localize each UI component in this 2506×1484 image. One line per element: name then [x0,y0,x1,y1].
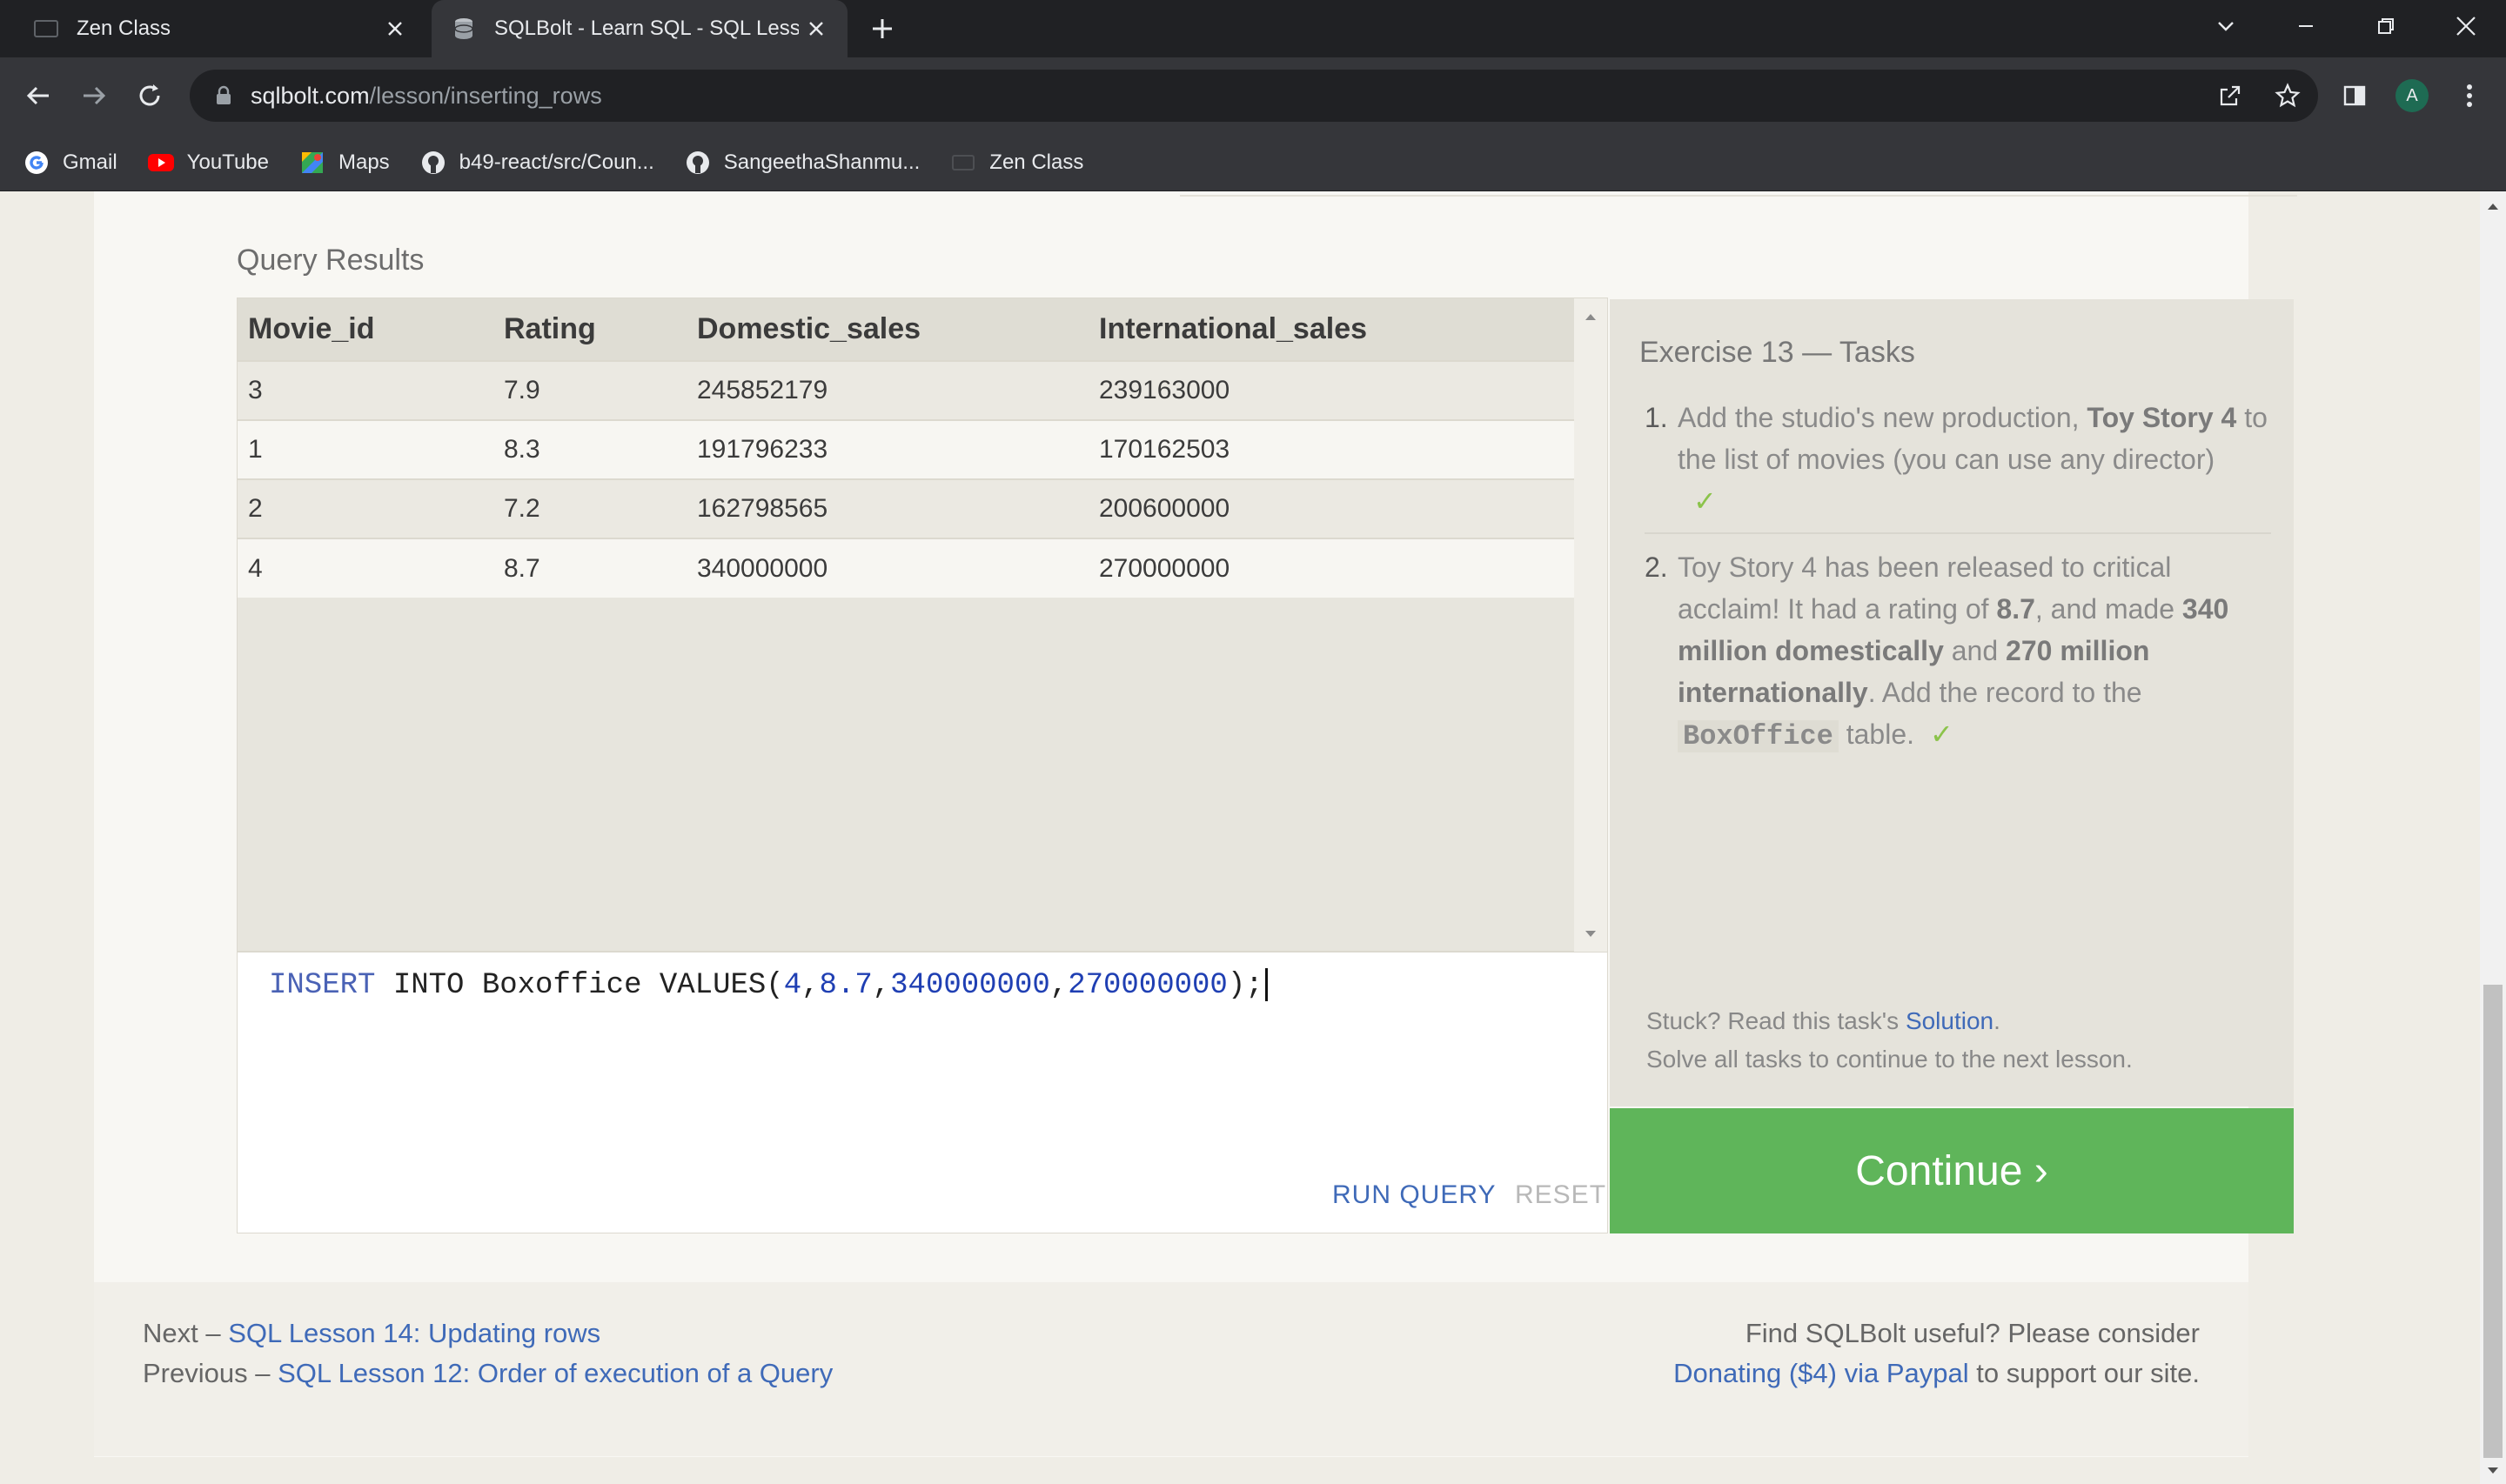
zen-icon [949,149,977,177]
bookmarks-bar: Gmail YouTube Maps b49-react/src/Coun...… [0,134,2506,191]
lesson-card: Query Results Movie_id Rating Domestic_s… [94,191,2297,1457]
query-results-label: Query Results [237,244,425,277]
scrollbar-thumb[interactable] [2483,985,2503,1458]
check-icon: ✓ [1693,485,1717,517]
lesson-navigation: Next – SQL Lesson 14: Updating rows Prev… [143,1318,834,1388]
table-cell: 7.2 [493,478,687,538]
tab-sqlbolt[interactable]: SQLBolt - Learn SQL - SQL Lesson [432,0,848,57]
bookmark-github-repo[interactable]: b49-react/src/Coun... [419,149,654,177]
column-header: Movie_id [238,298,493,361]
table-header-row: Movie_id Rating Domestic_sales Internati… [238,298,1576,361]
scroll-up-arrow-icon[interactable] [2480,193,2506,219]
url-text: sqlbolt.com/lesson/inserting_rows [251,82,602,109]
tab-search-chevron-icon[interactable] [2191,0,2261,52]
lesson-footer: Next – SQL Lesson 14: Updating rows Prev… [94,1282,2248,1456]
table-cell: 8.7 [493,538,687,598]
browser-menu-icon[interactable] [2449,75,2490,117]
table-cell: 340000000 [687,538,1089,598]
close-tab-icon[interactable] [799,11,834,46]
sql-editor[interactable]: INSERT INTO Boxoffice VALUES(4,8.7,34000… [237,952,1608,1233]
page-scrollbar[interactable] [2480,191,2506,1484]
previous-lesson-link[interactable]: SQL Lesson 12: Order of execution of a Q… [278,1358,833,1388]
table-cell: 239163000 [1089,360,1576,420]
task-help: Stuck? Read this task's Solution. Solve … [1646,1007,2133,1073]
minimize-icon[interactable] [2271,0,2341,52]
table-cell: 191796233 [687,419,1089,479]
bookmark-star-icon[interactable] [2268,76,2308,116]
zen-class-favicon-icon [33,16,59,42]
continue-button[interactable]: Continue › [1610,1108,2294,1233]
table-cell: 170162503 [1089,419,1576,479]
tab-title: SQLBolt - Learn SQL - SQL Lesson [494,17,799,40]
bookmark-github-profile[interactable]: SangeethaShanmu... [684,149,920,177]
new-tab-plus-icon[interactable] [865,11,900,46]
github-icon [419,149,447,177]
table-cell: 4 [238,538,493,598]
scroll-down-arrow-icon[interactable] [1574,921,1607,947]
bookmark-zen-class[interactable]: Zen Class [949,149,1083,177]
page-viewport: Query Results Movie_id Rating Domestic_s… [0,191,2506,1484]
divider [1180,191,2297,197]
table-cell: 1 [238,419,493,479]
bookmark-maps[interactable]: Maps [298,149,390,177]
sql-code[interactable]: INSERT INTO Boxoffice VALUES(4,8.7,34000… [269,968,1268,1002]
tasks-title: Exercise 13 — Tasks [1639,336,1915,369]
bookmark-gmail[interactable]: Gmail [23,149,117,177]
table-cell: 7.9 [493,360,687,420]
task-item: 1. Add the studio's new production, Toy … [1645,397,2271,534]
column-header: Rating [493,298,687,361]
reset-button[interactable]: RESET [1515,1180,1606,1210]
table-cell: 200600000 [1089,478,1576,538]
maps-icon [298,149,326,177]
task-list: 1. Add the studio's new production, Toy … [1645,397,2271,758]
check-icon: ✓ [1930,719,1953,750]
database-favicon-icon [451,16,477,42]
bookmark-youtube[interactable]: YouTube [147,149,269,177]
text-caret [1264,968,1268,1001]
tab-strip: Zen Class SQLBolt - Learn SQL - SQL Less… [0,0,2506,57]
side-panel-icon[interactable] [2334,75,2375,117]
task-item: 2. Toy Story 4 has been released to crit… [1645,551,2229,752]
table-cell: 2 [238,478,493,538]
tasks-panel: Exercise 13 — Tasks 1. Add the studio's … [1610,299,2294,1106]
table-cell: 3 [238,360,493,420]
github-icon [684,149,712,177]
donate-link[interactable]: Donating ($4) via Paypal [1673,1358,1968,1388]
back-arrow-icon[interactable] [17,75,59,117]
lock-icon [212,84,235,107]
address-bar[interactable]: sqlbolt.com/lesson/inserting_rows [190,70,2318,122]
share-icon[interactable] [2210,76,2250,116]
tab-title: Zen Class [77,17,171,40]
table-cell: 270000000 [1089,538,1576,598]
table-cell: 245852179 [687,360,1089,420]
tab-zen-class[interactable]: Zen Class [0,0,426,57]
profile-avatar[interactable]: A [2391,75,2433,117]
donation-note: Find SQLBolt useful? Please consider Don… [1673,1318,2200,1388]
table-cell: 8.3 [493,419,687,479]
table-row: 1 8.3 191796233 170162503 [238,419,1576,479]
table-cell: 162798565 [687,478,1089,538]
reload-icon[interactable] [129,75,171,117]
solution-link[interactable]: Solution [1906,1007,1993,1034]
table-row: 2 7.2 162798565 200600000 [238,478,1576,538]
column-header: International_sales [1089,298,1576,361]
column-header: Domestic_sales [687,298,1089,361]
scroll-down-arrow-icon[interactable] [2480,1458,2506,1484]
scroll-up-arrow-icon[interactable] [1574,304,1607,330]
run-query-button[interactable]: RUN QUERY [1332,1180,1496,1210]
restore-window-icon[interactable] [2351,0,2421,52]
forward-arrow-icon[interactable] [73,75,115,117]
close-tab-icon[interactable] [378,11,412,46]
next-lesson-link[interactable]: SQL Lesson 14: Updating rows [228,1318,600,1348]
table-row: 3 7.9 245852179 239163000 [238,360,1576,420]
query-results-table: Movie_id Rating Domestic_sales Internati… [237,297,1608,953]
close-window-icon[interactable] [2431,0,2501,52]
youtube-icon [147,149,175,177]
table-row: 4 8.7 340000000 270000000 [238,538,1576,598]
google-icon [23,149,50,177]
results-scrollbar[interactable] [1574,298,1607,953]
